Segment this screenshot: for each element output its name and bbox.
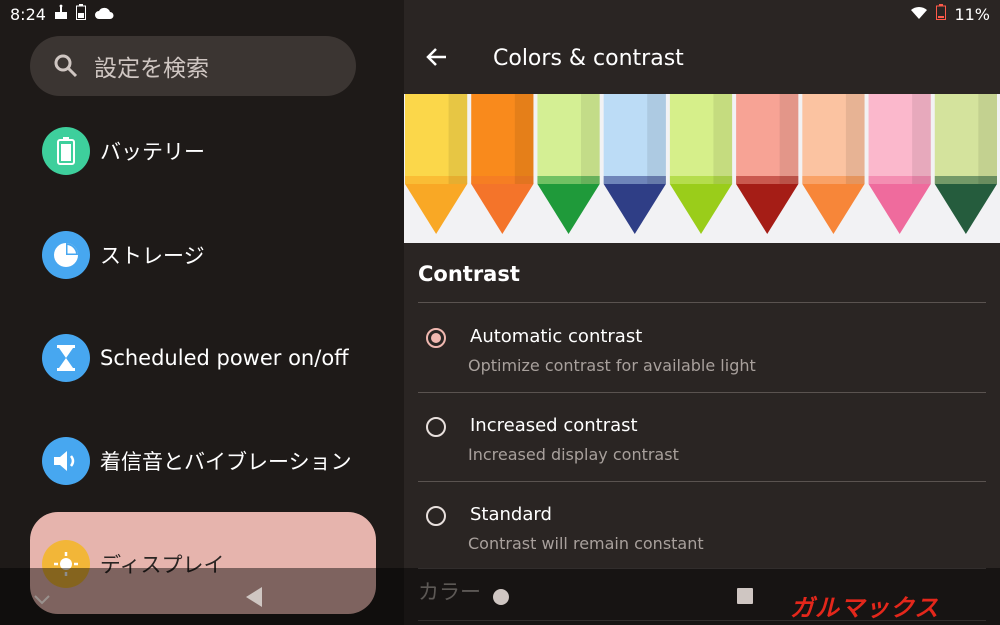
search-icon xyxy=(54,54,78,78)
option-title: Increased contrast xyxy=(470,415,638,436)
option-subtitle: Contrast will remain constant xyxy=(468,534,704,553)
battery-status-icon xyxy=(75,4,86,24)
volume-icon xyxy=(42,437,90,485)
contrast-heading: Contrast xyxy=(418,262,520,286)
clock: 8:24 xyxy=(10,4,46,24)
option-title: Standard xyxy=(470,504,552,525)
option-subtitle: Optimize contrast for available light xyxy=(468,356,756,375)
watermark-logo: ガルマックス xyxy=(790,594,940,622)
crayon xyxy=(802,94,865,234)
settings-list-pane: 8:24 設定を検索 バッテリー ストレージ Scheduled power o… xyxy=(0,0,404,625)
option-subtitle: Increased display contrast xyxy=(468,445,679,464)
radio-increased-contrast[interactable] xyxy=(426,417,446,437)
radio-automatic-contrast[interactable] xyxy=(426,328,446,348)
status-bar-right: 11% xyxy=(910,4,990,24)
divider xyxy=(418,392,986,393)
divider xyxy=(418,481,986,482)
settings-item-label: Scheduled power on/off xyxy=(100,346,349,370)
search-placeholder: 設定を検索 xyxy=(94,56,209,82)
status-bar-left: 8:24 xyxy=(10,4,114,24)
crayon xyxy=(868,94,931,234)
chevron-down-icon[interactable] xyxy=(33,594,51,606)
crayon xyxy=(934,94,997,234)
wifi-icon xyxy=(910,5,928,24)
settings-item-storage[interactable]: ストレージ xyxy=(42,231,205,279)
crayon-illustration xyxy=(405,94,997,234)
battery-percentage: 11% xyxy=(954,4,990,24)
settings-item-label: ストレージ xyxy=(100,244,205,268)
cake-icon xyxy=(54,4,68,24)
crayon xyxy=(669,94,733,234)
home-nav-icon[interactable] xyxy=(492,588,510,606)
storage-pie-icon xyxy=(42,231,90,279)
recents-nav-icon[interactable] xyxy=(736,587,754,605)
battery-icon xyxy=(42,127,90,175)
settings-item-scheduled-power[interactable]: Scheduled power on/off xyxy=(42,334,349,382)
crayon xyxy=(471,94,534,234)
crayon xyxy=(405,94,468,234)
crayon-banner xyxy=(404,94,1000,243)
settings-item-sound[interactable]: 着信音とバイブレーション xyxy=(42,437,352,485)
crayon xyxy=(537,94,600,234)
settings-search-bar[interactable]: 設定を検索 xyxy=(30,36,356,96)
cloud-icon xyxy=(94,5,114,24)
colors-contrast-pane: 11% Colors & contrast Contrast Automatic… xyxy=(404,0,1000,625)
radio-standard[interactable] xyxy=(426,506,446,526)
back-arrow-icon[interactable] xyxy=(424,44,450,70)
divider xyxy=(418,302,986,303)
settings-item-label: 着信音とバイブレーション xyxy=(100,450,352,474)
hourglass-icon xyxy=(42,334,90,382)
battery-low-icon xyxy=(936,4,947,24)
crayon xyxy=(736,94,799,234)
page-title: Colors & contrast xyxy=(493,46,684,71)
option-title: Automatic contrast xyxy=(470,326,643,347)
crayon xyxy=(603,94,666,234)
settings-item-label: バッテリー xyxy=(100,140,205,164)
settings-item-battery[interactable]: バッテリー xyxy=(42,127,205,175)
back-nav-icon[interactable] xyxy=(244,586,264,608)
